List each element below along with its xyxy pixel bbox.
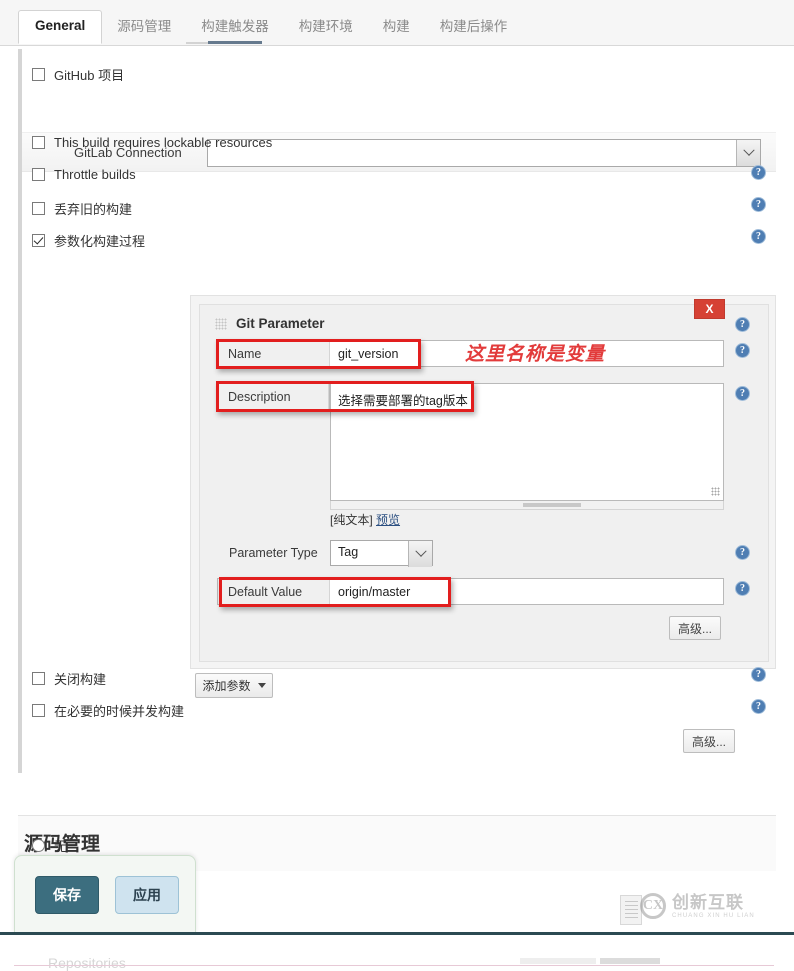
scrollbar-thumb[interactable] — [523, 503, 581, 507]
plain-text-label: [纯文本] — [330, 513, 373, 527]
help-icon-parameterized-build[interactable]: ? — [751, 229, 766, 244]
concurrent-build-checkbox[interactable] — [32, 704, 45, 717]
add-parameter-label: 添加参数 — [202, 679, 251, 693]
lockable-resources-label: This build requires lockable resources — [54, 135, 273, 150]
drag-handle-icon[interactable] — [215, 318, 227, 330]
apply-button[interactable]: 应用 — [115, 876, 179, 914]
watermark-cn-text: 创新互联 — [672, 892, 744, 912]
default-value-label: Default Value — [218, 579, 330, 604]
chevron-down-icon-parameter-type[interactable] — [408, 541, 432, 567]
parameter-type-select[interactable]: Tag — [330, 540, 433, 567]
parameterized-build-label: 参数化构建过程 — [54, 234, 146, 249]
scm-section-divider — [18, 815, 776, 816]
tab-source-code-management[interactable]: 源码管理 — [102, 12, 186, 43]
parameter-name-label: Name — [218, 341, 330, 366]
default-value-field[interactable]: Default Value origin/master — [217, 578, 724, 605]
watermark-en-text: CHUANG XIN HU LIAN — [672, 912, 755, 919]
tab-general[interactable]: General — [18, 10, 103, 44]
lockable-resources-row[interactable]: This build requires lockable resources — [32, 135, 272, 150]
concurrent-build-label: 在必要的时候并发构建 — [54, 704, 185, 719]
help-icon-concurrent-build[interactable]: ? — [751, 699, 766, 714]
lockable-resources-checkbox[interactable] — [32, 136, 45, 149]
description-horizontal-scrollbar[interactable] — [330, 501, 724, 510]
bottom-hairline — [14, 965, 774, 966]
floating-save-bar: 保存 应用 — [14, 855, 196, 933]
parameter-description-value: 选择需要部署的tag版本 — [338, 394, 468, 408]
disable-build-label: 关闭构建 — [54, 672, 107, 687]
github-project-label: GitHub 项目 — [54, 68, 125, 83]
help-icon-disable-build[interactable]: ? — [751, 667, 766, 682]
tab-post-build-actions[interactable]: 构建后操作 — [425, 12, 523, 43]
parameter-description-label: Description — [218, 384, 329, 409]
tab-bar: General 源码管理 构建触发器 构建环境 构建 构建后操作 — [0, 0, 794, 46]
discard-old-builds-checkbox[interactable] — [32, 202, 45, 215]
tab-underline-artifact-small — [186, 42, 208, 44]
parameter-description-textarea[interactable]: 选择需要部署的tag版本 — [330, 383, 724, 501]
annotation-text-name-is-variable: 这里名称是变量 — [465, 344, 606, 365]
tab-list: General 源码管理 构建触发器 构建环境 构建 构建后操作 — [18, 10, 523, 44]
add-parameter-button[interactable]: 添加参数 — [195, 673, 273, 698]
watermark-document-icon — [620, 895, 642, 925]
parameterized-build-row[interactable]: 参数化构建过程 — [32, 231, 145, 250]
default-value-value[interactable]: origin/master — [330, 579, 723, 604]
watermark: CX 创新互联 CHUANG XIN HU LIAN — [640, 893, 755, 919]
config-form: GitHub 项目 GitLab Connection This build r… — [0, 46, 794, 971]
bottom-rule — [0, 932, 794, 935]
scm-option-none-radio[interactable] — [32, 838, 45, 852]
help-icon-discard-old-builds[interactable]: ? — [751, 197, 766, 212]
throttle-builds-checkbox[interactable] — [32, 168, 45, 181]
parameterized-build-checkbox[interactable] — [32, 234, 45, 247]
help-icon-parameter-description[interactable]: ? — [735, 386, 750, 401]
help-icon-parameter-type[interactable]: ? — [735, 545, 750, 560]
tab-underline-artifact — [208, 41, 262, 44]
help-icon-git-parameter[interactable]: ? — [735, 317, 750, 332]
general-advanced-button[interactable]: 高级... — [683, 729, 735, 753]
tab-build-environment[interactable]: 构建环境 — [284, 12, 368, 43]
disable-build-row[interactable]: 关闭构建 — [32, 669, 106, 688]
markup-formatter-note: [纯文本] 预览 — [330, 511, 400, 528]
page-scroll-fragment — [600, 958, 660, 964]
scm-option-none-row[interactable]: 无 — [32, 835, 68, 855]
github-project-row[interactable]: GitHub 项目 — [32, 65, 124, 84]
parameter-description-label-box: Description — [217, 383, 330, 410]
chevron-down-icon[interactable] — [736, 140, 760, 166]
chevron-down-icon-add-parameter — [257, 683, 266, 688]
tab-build[interactable]: 构建 — [368, 12, 425, 43]
git-parameter-advanced-button[interactable]: 高级... — [669, 616, 721, 640]
gitlab-connection-select[interactable] — [207, 139, 761, 167]
throttle-builds-row[interactable]: Throttle builds — [32, 167, 136, 182]
discard-old-builds-row[interactable]: 丢弃旧的构建 — [32, 199, 132, 218]
help-icon-default-value[interactable]: ? — [735, 581, 750, 596]
resize-grip-icon[interactable] — [711, 487, 720, 496]
watermark-logo-icon: CX — [640, 893, 666, 919]
save-button[interactable]: 保存 — [35, 876, 99, 914]
concurrent-build-row[interactable]: 在必要的时候并发构建 — [32, 701, 184, 720]
disable-build-checkbox[interactable] — [32, 672, 45, 685]
repositories-label: Repositories — [48, 955, 126, 971]
discard-old-builds-label: 丢弃旧的构建 — [54, 202, 133, 217]
parameter-type-label: Parameter Type — [229, 546, 318, 560]
git-parameter-title: Git Parameter — [236, 316, 325, 331]
tab-build-triggers[interactable]: 构建触发器 — [186, 12, 284, 43]
throttle-builds-label: Throttle builds — [54, 167, 136, 182]
remove-parameter-button[interactable]: X — [694, 299, 725, 319]
parameter-type-value: Tag — [338, 545, 359, 559]
scm-option-none-label: 无 — [54, 839, 68, 854]
github-project-checkbox[interactable] — [32, 68, 45, 81]
preview-link[interactable]: 预览 — [376, 513, 400, 527]
help-icon-parameter-name[interactable]: ? — [735, 343, 750, 358]
help-icon-throttle-builds[interactable]: ? — [751, 165, 766, 180]
page-scroll-fragment-left — [520, 958, 596, 964]
